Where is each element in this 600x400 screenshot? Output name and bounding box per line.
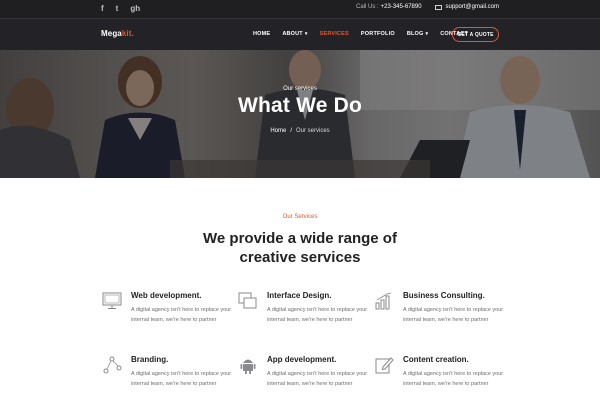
chevron-down-icon: ▾ [304, 31, 308, 37]
logo-text: Mega [101, 29, 122, 38]
nav-item-label: ABOUT [282, 31, 303, 37]
service-title: Web development. [131, 291, 202, 300]
nav-item-label: HOME [253, 31, 271, 37]
main-nav: Megakit. HOME ABOUT ▾ SERVICES PORTFOLIO … [0, 18, 600, 50]
contact-info: Call Us : +23-345-67890 support@gmail.co… [356, 4, 499, 10]
twitter-icon[interactable]: t [116, 3, 119, 15]
nav-item-label: SERVICES [319, 31, 349, 37]
nav-item-label: PORTFOLIO [360, 31, 395, 37]
breadcrumb-home[interactable]: Home [270, 128, 286, 134]
nav-menu: HOME ABOUT ▾ SERVICES PORTFOLIO BLOG ▾ CON… [253, 31, 480, 37]
section-kicker: Our Services [282, 214, 318, 220]
section-title-line-1: We provide a wide range of [203, 230, 397, 247]
service-description: A digital agency isn't here to replace y… [131, 371, 232, 387]
nav-item-portfolio[interactable]: PORTFOLIO [361, 31, 395, 37]
logo-accent: kit. [121, 29, 134, 38]
service-description: A digital agency isn't here to replace y… [267, 371, 368, 387]
service-title: Branding. [131, 355, 169, 364]
breadcrumb-current: Our services [296, 128, 330, 134]
service-title: Business Consulting. [403, 291, 485, 300]
get-a-quote-button[interactable]: GET A QUOTE [452, 27, 499, 42]
branding-icon [103, 356, 122, 374]
service-title: App development. [267, 355, 337, 364]
nav-item-blog[interactable]: BLOG ▾ [407, 31, 428, 37]
service-title: Interface Design. [267, 291, 332, 300]
github-icon[interactable]: gh [130, 3, 140, 15]
service-description: A digital agency isn't here to replace y… [267, 307, 368, 323]
social-links: f t gh [101, 3, 140, 15]
nav-item-label: BLOG [406, 31, 424, 37]
bar-chart-icon [375, 292, 392, 310]
nav-item-home[interactable]: HOME [253, 31, 270, 37]
hero-subtitle: Our services [283, 86, 317, 92]
android-icon [240, 359, 256, 374]
layers-icon [238, 292, 257, 309]
chevron-down-icon: ▾ [425, 31, 429, 37]
call-number[interactable]: +23-345-67890 [381, 4, 422, 10]
nav-item-about[interactable]: ABOUT ▾ [282, 31, 307, 37]
facebook-icon[interactable]: f [101, 3, 104, 15]
service-description: A digital agency isn't here to replace y… [131, 307, 232, 323]
page-title: What We Do [237, 94, 363, 117]
service-title: Content creation. [403, 355, 469, 364]
section-title-line-2: creative services [239, 249, 361, 266]
support-email[interactable]: support@gmail.com [446, 4, 499, 10]
pencil-icon [375, 357, 394, 374]
desktop-icon [102, 292, 122, 309]
service-description: A digital agency isn't here to replace y… [403, 371, 504, 387]
breadcrumb-separator: / [290, 128, 292, 134]
service-description: A digital agency isn't here to replace y… [403, 307, 504, 323]
call-label: Call Us : [356, 4, 379, 10]
mail-icon [434, 4, 442, 10]
nav-item-services[interactable]: SERVICES [320, 31, 349, 37]
top-bar: f t gh Call Us : +23-345-67890 support@g… [0, 0, 600, 18]
breadcrumb: Home / Our services [0, 128, 600, 134]
section-title: We provide a wide range of creative serv… [0, 229, 600, 267]
logo[interactable]: Megakit. [101, 29, 134, 38]
